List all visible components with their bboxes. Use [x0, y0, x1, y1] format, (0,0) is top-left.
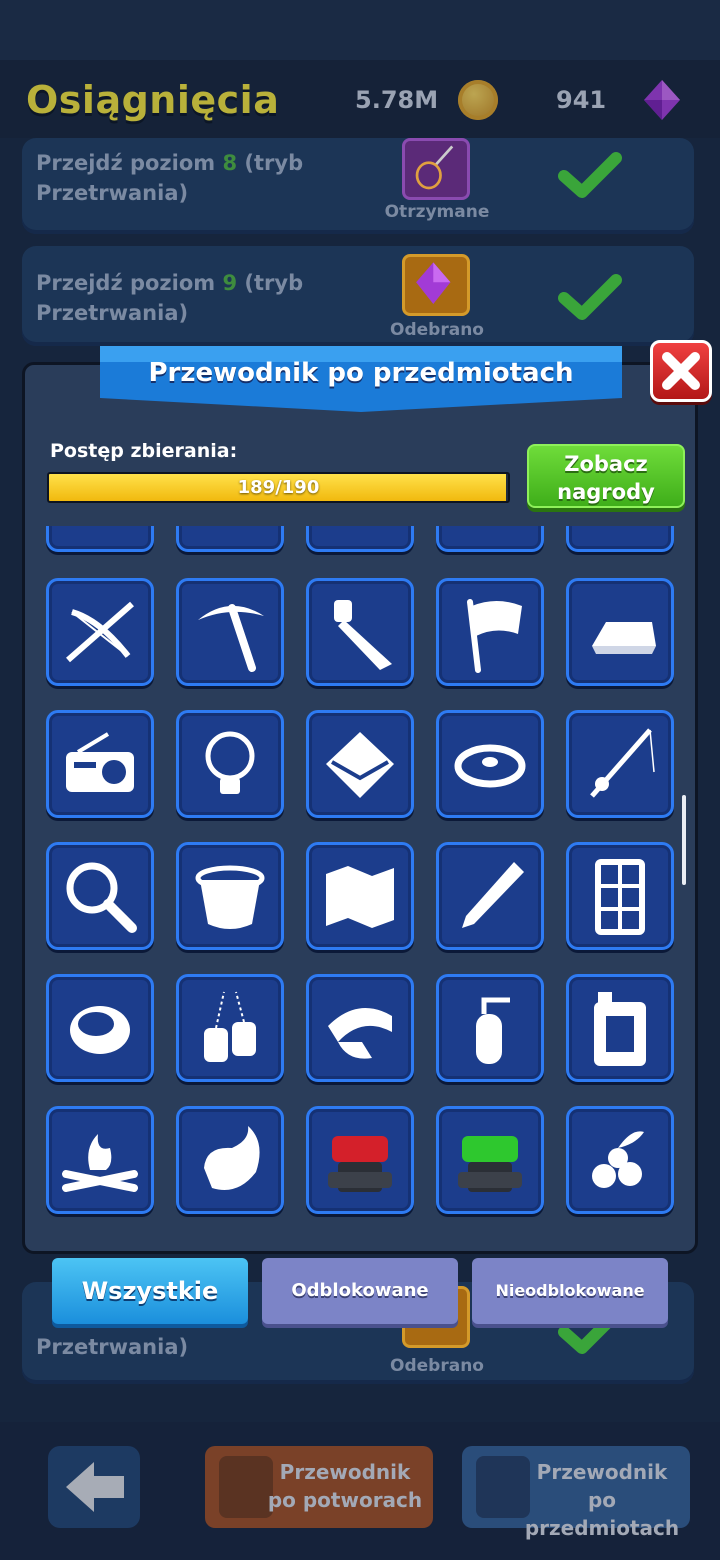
item-tile[interactable]	[46, 710, 154, 818]
magnifying-glass-icon	[66, 862, 137, 933]
item-tile[interactable]	[436, 974, 544, 1082]
modal-title: Przewodnik po przedmiotach	[148, 358, 574, 388]
item-tile[interactable]	[436, 842, 544, 950]
item-tile[interactable]	[566, 974, 674, 1082]
bear-trap-icon	[454, 744, 526, 788]
item-tile-partial[interactable]	[436, 526, 544, 552]
item-tile[interactable]	[46, 842, 154, 950]
item-tile[interactable]	[306, 578, 414, 686]
tab-unlocked[interactable]: Odblokowane	[262, 1258, 458, 1324]
radio-icon	[66, 732, 134, 792]
close-icon	[662, 352, 700, 390]
achievement-card: Przejdź poziom 8 (tryb Przetrwania) Otrz…	[22, 138, 694, 234]
item-tile[interactable]	[306, 710, 414, 818]
gem-icon	[644, 80, 680, 120]
pickaxe-icon	[198, 604, 264, 672]
window-icon	[595, 859, 645, 935]
achievement-card: Przejdź poziom 9 (tryb Przetrwania) Odeb…	[22, 246, 694, 346]
gem-balance: 941	[556, 86, 607, 114]
item-tile[interactable]	[436, 710, 544, 818]
achievement-status: Odebrano	[390, 320, 484, 340]
item-tile[interactable]	[176, 710, 284, 818]
item-tile-partial[interactable]	[46, 526, 154, 552]
close-button[interactable]	[650, 340, 712, 402]
button-icon	[70, 1006, 130, 1054]
item-tile[interactable]	[176, 1106, 284, 1214]
item-tile-partial[interactable]	[566, 526, 674, 552]
red-turret-icon	[328, 1136, 392, 1192]
progress-label: Postęp zbierania:	[50, 440, 238, 462]
item-tile-partial[interactable]	[306, 526, 414, 552]
achievement-status: Otrzymane	[384, 202, 490, 222]
progress-text: 189/190	[237, 477, 320, 498]
tab-locked[interactable]: Nieodblokowane	[472, 1258, 668, 1324]
item-tile[interactable]	[176, 578, 284, 686]
coin-icon	[458, 80, 498, 120]
item-tile-partial[interactable]	[176, 526, 284, 552]
flag-icon	[467, 599, 522, 673]
bottom-nav: Przewodnik po potworach Przewodnik po prze…	[0, 1422, 720, 1560]
monster-guide-button[interactable]: Przewodnik po potworach	[205, 1446, 433, 1528]
item-guide-button[interactable]: Przewodnik po przedmiotach	[462, 1446, 690, 1540]
map-icon	[326, 866, 394, 928]
item-tile[interactable]	[566, 842, 674, 950]
see-rewards-button[interactable]: Zobacz nagrody	[527, 444, 685, 508]
header: Osiągnięcia 5.78M 941	[0, 60, 720, 138]
page-title: Osiągnięcia	[26, 78, 280, 122]
grid-scrollbar[interactable]	[682, 795, 686, 885]
light-bulb-icon	[205, 731, 255, 794]
envelope-icon	[326, 732, 394, 798]
fire-extinguisher-icon	[476, 997, 510, 1064]
jerrycan-icon	[594, 992, 646, 1066]
item-tile[interactable]	[566, 1106, 674, 1214]
meat-icon	[204, 1126, 260, 1190]
saw-icon	[334, 600, 392, 670]
crossbow-icon	[66, 601, 134, 663]
fishing-rod-icon	[590, 728, 655, 798]
item-tile[interactable]	[46, 1106, 154, 1214]
dog-tags-icon	[204, 991, 256, 1062]
tab-all[interactable]: Wszystkie	[52, 1258, 248, 1324]
item-tile[interactable]	[306, 974, 414, 1082]
gold-bar-icon	[592, 622, 656, 654]
checkmark-icon	[558, 274, 622, 320]
item-tile[interactable]	[46, 974, 154, 1082]
item-tile[interactable]	[436, 1106, 544, 1214]
net-icon	[402, 138, 470, 200]
item-tile[interactable]	[566, 578, 674, 686]
tape-roll-icon	[328, 1008, 392, 1059]
back-arrow-icon	[66, 1462, 124, 1512]
campfire-icon	[62, 1134, 138, 1192]
item-tile[interactable]	[436, 578, 544, 686]
item-grid[interactable]	[30, 526, 680, 1244]
item-tile[interactable]	[176, 842, 284, 950]
item-tile[interactable]	[566, 710, 674, 818]
item-tile[interactable]	[46, 578, 154, 686]
green-turret-icon	[458, 1136, 522, 1192]
back-button[interactable]	[48, 1446, 140, 1528]
bucket-icon	[195, 865, 265, 929]
coin-balance: 5.78M	[355, 86, 439, 114]
pen-icon	[462, 862, 524, 928]
berries-icon	[592, 1131, 644, 1188]
gem-icon	[402, 254, 470, 316]
item-tile[interactable]	[306, 1106, 414, 1214]
item-tile[interactable]	[176, 974, 284, 1082]
item-tile[interactable]	[306, 842, 414, 950]
achievement-status: Odebrano	[390, 1356, 484, 1376]
collection-progress-bar: 189/190	[47, 472, 510, 503]
modal-title-banner: Przewodnik po przedmiotach	[100, 342, 622, 414]
status-bar-area	[0, 0, 720, 60]
checkmark-icon	[558, 152, 622, 198]
